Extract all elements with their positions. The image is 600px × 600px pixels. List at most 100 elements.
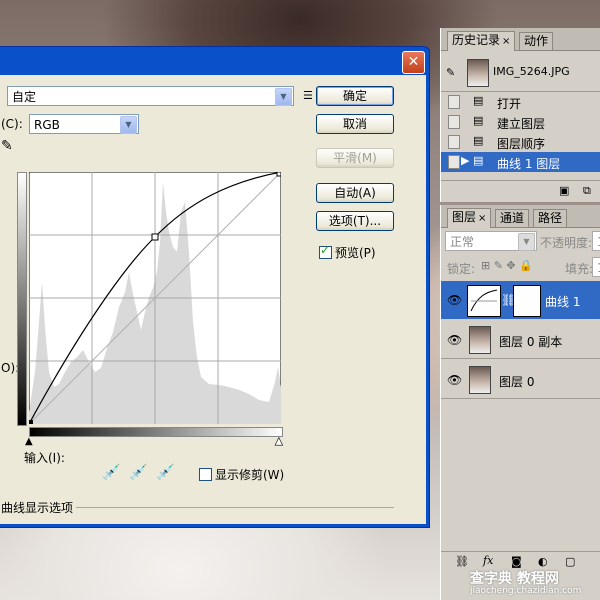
history-snapshot[interactable]: ✎ IMG_5264.JPG <box>441 54 600 92</box>
tab-paths[interactable]: 路径 <box>533 209 568 227</box>
curve-point[interactable] <box>151 233 159 241</box>
pencil-icon[interactable]: ✎ <box>1 138 13 154</box>
chevron-down-icon[interactable]: ▼ <box>275 88 292 106</box>
preset-value: 自定 <box>12 90 37 104</box>
curves-dialog: ✕ 自定 ▼ ☰ (C): RGB ▼ ✎ O): ▲ ▲ 输入(I): 💉 💉… <box>0 46 430 528</box>
new-snapshot-icon[interactable]: ▣ <box>559 184 569 197</box>
brush-icon: ✎ <box>446 66 456 79</box>
history-item-label: 建立图层 <box>497 117 546 131</box>
history-panel: 历史记录 × 动作 ✎ IMG_5264.JPG ▤ 打开 ▤ 建立图层 ▤ 图层… <box>440 28 600 202</box>
preview-label: 预览(P) <box>335 246 376 260</box>
curves-adjustment-icon <box>467 285 501 317</box>
channel-select[interactable]: RGB ▼ <box>29 114 139 134</box>
cancel-button[interactable]: 取消 <box>316 114 394 134</box>
smooth-button[interactable]: 平滑(M) <box>316 148 394 168</box>
close-icon[interactable]: × <box>478 213 486 224</box>
curve-point <box>276 172 281 177</box>
layer-row-selected[interactable]: 👁 ⛓ 曲线 1 <box>441 281 600 319</box>
fill-field[interactable]: 1 <box>592 257 600 277</box>
channel-value: RGB <box>34 118 60 132</box>
blend-mode-select[interactable]: 正常 ▼ <box>445 231 537 251</box>
history-item[interactable]: ▤ 打开 <box>441 92 600 112</box>
curve-point <box>29 420 33 424</box>
new-layer-icon[interactable]: ▢ <box>565 555 575 568</box>
gray-eyedropper-icon[interactable]: 💉 <box>129 463 148 481</box>
history-item-label: 曲线 1 图层 <box>497 157 561 171</box>
layer-row[interactable]: 👁 图层 0 <box>441 361 600 399</box>
link-layers-icon[interactable]: ⛓ <box>455 555 469 568</box>
divider <box>76 507 394 508</box>
layer-row[interactable]: 👁 图层 0 副本 <box>441 321 600 359</box>
history-state-icon: ▤ <box>473 114 484 127</box>
add-mask-icon[interactable]: ◙ <box>511 555 522 568</box>
ok-button[interactable]: 确定 <box>316 86 394 106</box>
watermark-url: jiaocheng.chazidian.com <box>470 586 582 596</box>
tab-label: 图层 <box>452 210 477 224</box>
layer-name: 图层 0 <box>499 375 535 389</box>
eye-icon[interactable]: 👁 <box>447 333 462 347</box>
options-button[interactable]: 选项(T)... <box>316 211 394 231</box>
history-item-selected[interactable]: ▶ ▤ 曲线 1 图层 <box>441 152 600 172</box>
dialog-body: 自定 ▼ ☰ (C): RGB ▼ ✎ O): ▲ ▲ 输入(I): 💉 💉 💉… <box>0 75 426 524</box>
close-button[interactable]: ✕ <box>402 51 425 74</box>
show-clipping-label: 显示修剪(W) <box>215 468 285 482</box>
snapshot-name: IMG_5264.JPG <box>493 65 570 78</box>
tab-label: 历史记录 <box>452 33 501 47</box>
history-item-label: 图层顺序 <box>497 137 546 151</box>
layer-mask-thumbnail <box>513 285 541 317</box>
curves-graph[interactable] <box>29 172 281 424</box>
close-icon[interactable]: × <box>502 36 510 47</box>
history-footer: ▣ ⧉ <box>441 180 600 200</box>
adjustment-layer-icon[interactable]: ◐ <box>538 555 548 568</box>
history-item[interactable]: ▤ 图层顺序 <box>441 132 600 152</box>
eye-icon[interactable]: 👁 <box>447 293 462 307</box>
fill-label: 填充: <box>565 262 594 276</box>
history-pointer-icon[interactable]: ▶ <box>461 154 469 167</box>
layers-tabbar: 图层 × 通道 路径 <box>441 205 600 228</box>
chevron-down-icon[interactable]: ▼ <box>120 116 137 134</box>
watermark-title: 查字典 教程网 <box>470 571 559 587</box>
lock-icons[interactable]: ⊞ ✎ ✥ 🔒 <box>481 259 533 272</box>
preset-select[interactable]: 自定 ▼ <box>7 86 294 106</box>
checkbox-icon[interactable] <box>448 115 460 129</box>
new-document-icon[interactable]: ⧉ <box>583 184 591 198</box>
history-item[interactable]: ▤ 建立图层 <box>441 112 600 132</box>
layer-thumbnail <box>469 326 491 354</box>
input-label: 输入(I): <box>24 451 65 465</box>
tab-actions[interactable]: 动作 <box>519 32 554 50</box>
black-point-slider[interactable]: ▲ <box>25 436 33 447</box>
auto-button[interactable]: 自动(A) <box>316 183 394 203</box>
curve-display-options[interactable]: 曲线显示选项 <box>1 499 73 516</box>
black-eyedropper-icon[interactable]: 💉 <box>102 463 121 481</box>
layer-name: 图层 0 副本 <box>499 335 563 349</box>
eye-icon[interactable]: 👁 <box>447 373 462 387</box>
preset-options-icon[interactable]: ☰ <box>303 89 313 102</box>
chevron-down-icon[interactable]: ▼ <box>518 233 535 251</box>
input-gradient <box>29 427 283 437</box>
history-state-icon: ▤ <box>473 154 484 167</box>
layer-style-icon[interactable]: fx <box>483 554 493 567</box>
history-state-icon: ▤ <box>473 134 484 147</box>
checkbox-icon[interactable] <box>448 135 460 149</box>
opacity-label: 不透明度: <box>540 236 593 250</box>
tab-layers[interactable]: 图层 × <box>447 208 492 228</box>
channel-label: (C): <box>1 117 23 131</box>
tab-channels[interactable]: 通道 <box>495 209 530 227</box>
show-clipping-checkbox[interactable] <box>199 468 212 481</box>
lock-label: 锁定: <box>447 262 476 276</box>
layer-thumbnail <box>469 366 491 394</box>
history-state-icon: ▤ <box>473 94 484 107</box>
layers-panel: 图层× 通道 路径 正常 ▼ 不透明度: 1 锁定: ⊞ ✎ ✥ 🔒 填充: 1… <box>440 205 600 600</box>
snapshot-thumbnail <box>467 59 489 87</box>
opacity-field[interactable]: 1 <box>592 231 600 251</box>
output-gradient <box>17 172 27 426</box>
white-eyedropper-icon[interactable]: 💉 <box>156 463 175 481</box>
history-item-label: 打开 <box>497 97 522 111</box>
preview-checkbox[interactable] <box>319 243 332 259</box>
white-point-slider[interactable]: ▲ <box>275 436 283 448</box>
checkbox-icon[interactable] <box>448 155 460 169</box>
tab-history[interactable]: 历史记录 × <box>447 31 516 51</box>
history-tabbar: 历史记录 × 动作 <box>441 28 600 51</box>
blend-mode-value: 正常 <box>450 235 475 249</box>
checkbox-icon[interactable] <box>448 95 460 109</box>
